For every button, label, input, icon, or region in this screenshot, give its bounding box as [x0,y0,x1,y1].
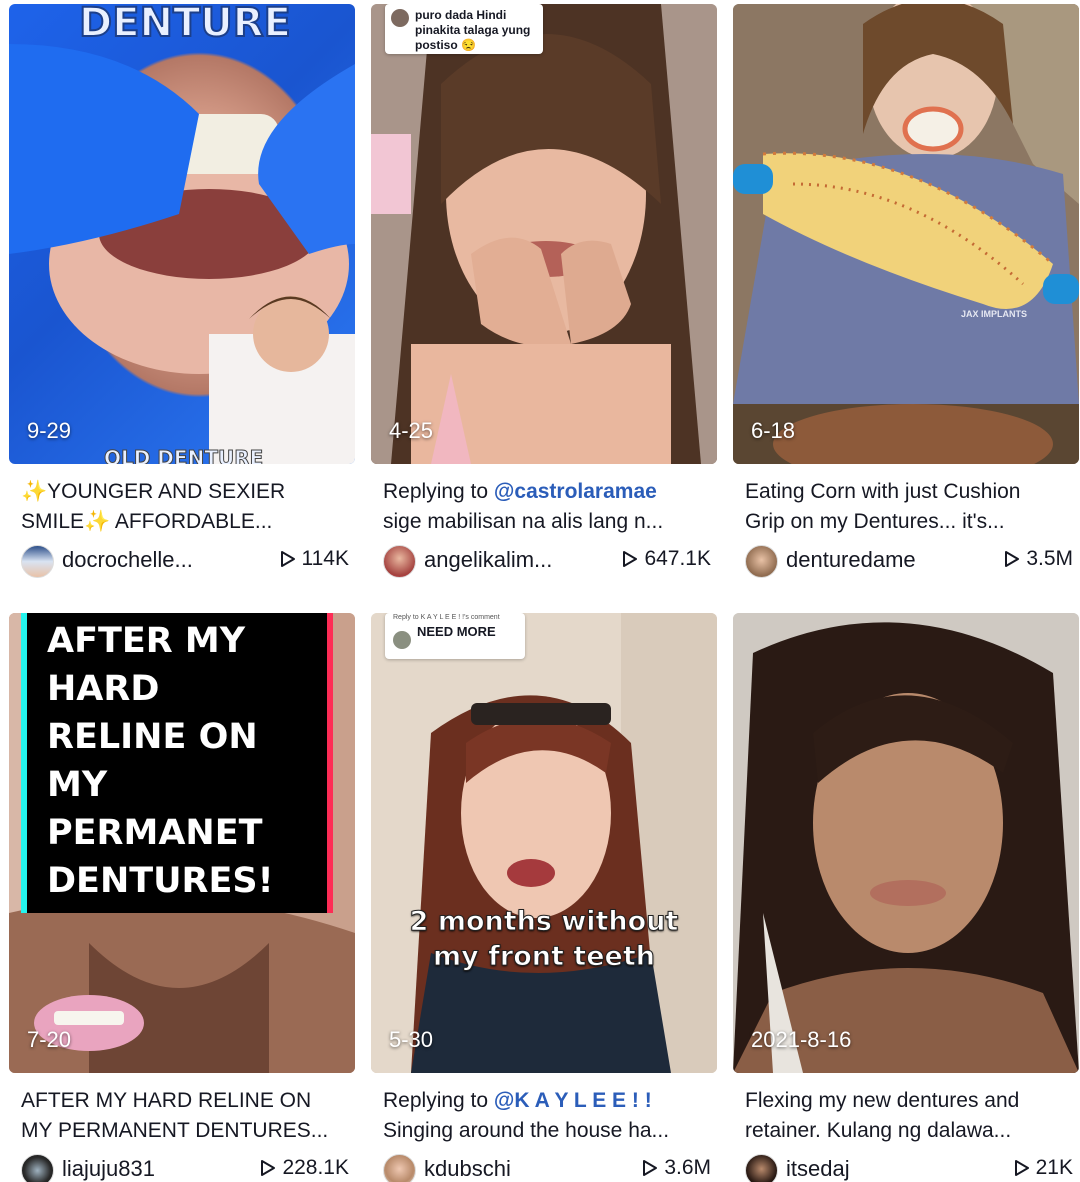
caption-line: Replying to @castrolaramae [383,477,713,507]
video-caption[interactable]: Replying to @castrolaramae sige mabilisa… [383,477,713,537]
thumbnail-title-text: DENTURE [78,4,292,47]
overlay-line: HARD [47,669,160,709]
reply-text: puro dada Hindi pinakita talaga yung pos… [415,8,531,52]
video-date: 7-20 [27,1027,72,1052]
avatar [393,631,411,649]
caption-line: Grip on my Dentures... it's... [745,510,1005,533]
video-thumbnail[interactable]: 2021-8-16 [733,613,1079,1073]
overlay-line: AFTER MY [47,621,246,661]
video-date: 2021-8-16 [751,1027,852,1052]
video-thumbnail[interactable]: Reply to K A Y L E E ! !'s comment NEED … [371,613,717,1073]
view-count: 228.1K [260,1156,349,1180]
caption-line: SMILE✨ AFFORDABLE... [21,510,273,533]
thumbnail-art [733,4,1079,464]
caption-line: AFTER MY HARD RELINE ON [21,1089,312,1112]
reply-comment-bubble: puro dada Hindi pinakita talaga yung pos… [385,4,543,54]
thumbnail-art [733,613,1079,1073]
view-count: 3.5M [1004,547,1073,571]
video-thumbnail[interactable]: DENTURE OLD DENTURE 9-29 [9,4,355,464]
reply-header-text: Reply to K A Y L E E ! !'s comment [393,614,500,621]
avatar[interactable] [383,545,416,578]
video-meta: denturedame 3.5M [745,544,1079,580]
author-name[interactable]: itsedaj [786,1156,850,1182]
caption-line: Eating Corn with just Cushion [745,480,1021,503]
caption-prefix: Replying to [383,480,494,503]
author-name[interactable]: liajuju831 [62,1156,155,1182]
video-meta: docrochelle... 114K [21,544,355,580]
view-count: 647.1K [622,547,711,571]
overlay-headline: AFTER MY HARD RELINE ON MY PERMANET DENT… [47,617,327,905]
video-thumbnail[interactable]: puro dada Hindi pinakita talaga yung pos… [371,4,717,464]
video-meta: itsedaj 21K [745,1153,1079,1182]
overlay-line: RELINE ON [47,717,258,757]
caption-line: Flexing my new dentures and [745,1089,1020,1112]
view-count-value: 647.1K [644,547,711,570]
reply-text: NEED MORE [417,624,496,639]
view-count: 21K [1014,1156,1073,1180]
caption-line: MY PERMANENT DENTURES... [21,1119,329,1142]
play-icon [643,1160,658,1177]
avatar[interactable] [383,1154,416,1182]
caption-line: sige mabilisan na alis lang n... [383,510,664,533]
caption-line: retainer. Kulang ng dalawa... [745,1119,1012,1142]
view-count-value: 114K [301,547,350,570]
video-caption[interactable]: AFTER MY HARD RELINE ON MY PERMANENT DEN… [21,1086,351,1146]
caption-line: ✨YOUNGER AND SEXIER [21,480,286,503]
avatar[interactable] [745,1154,778,1182]
view-count: 114K [280,547,350,571]
avatar [391,9,409,27]
video-date: 4-25 [389,418,434,443]
video-caption[interactable]: Replying to @K A Y L E E ! ! Singing aro… [383,1086,713,1146]
overlay-line: MY [47,765,108,805]
video-date: 5-30 [389,1027,434,1052]
video-grid: DENTURE OLD DENTURE 9-29 ✨YOUNGER AND SE… [0,0,1080,1182]
video-meta: kdubschi 3.6M [383,1153,717,1182]
avatar[interactable] [21,1154,54,1182]
video-caption[interactable]: Flexing my new dentures and retainer. Ku… [745,1086,1075,1146]
caption-line: Replying to @K A Y L E E ! ! [383,1086,713,1116]
avatar[interactable] [745,545,778,578]
play-icon [1014,1160,1029,1177]
overlay-line: PERMANET [47,813,263,853]
play-icon [1005,551,1020,568]
video-date: 9-29 [27,418,72,443]
author-name[interactable]: denturedame [786,547,916,573]
video-overlay-text: 2 months without [409,906,679,938]
play-icon [623,551,638,568]
video-thumbnail[interactable]: JAX IMPLANTS 6-18 [733,4,1079,464]
thumbnail-art [371,613,717,1073]
video-overlay-text: my front teeth [433,941,656,973]
shirt-logo-text: JAX IMPLANTS [961,309,1028,319]
thumbnail-art [9,44,355,464]
overlay-line: DENTURES! [47,861,274,901]
mention-link[interactable]: @castrolaramae [494,480,657,503]
view-count-value: 3.6M [664,1156,711,1179]
view-count-value: 228.1K [282,1156,349,1179]
author-name[interactable]: docrochelle... [62,547,193,573]
video-meta: liajuju831 228.1K [21,1153,355,1182]
play-icon [280,551,295,568]
view-count-value: 21K [1035,1156,1073,1179]
author-name[interactable]: angelikalim... [424,547,552,573]
video-thumbnail[interactable]: AFTER MY HARD RELINE ON MY PERMANET DENT… [9,613,355,1073]
video-meta: angelikalim... 647.1K [383,544,717,580]
video-caption[interactable]: Eating Corn with just Cushion Grip on my… [745,477,1075,537]
avatar[interactable] [21,545,54,578]
view-count: 3.6M [642,1156,711,1180]
video-date: 6-18 [751,418,796,443]
thumbnail-art [371,4,717,464]
caption-line: Singing around the house ha... [383,1119,670,1142]
author-name[interactable]: kdubschi [424,1156,511,1182]
caption-prefix: Replying to [383,1089,494,1112]
video-caption[interactable]: ✨YOUNGER AND SEXIER SMILE✨ AFFORDABLE... [21,477,351,537]
play-icon [261,1160,276,1177]
view-count-value: 3.5M [1026,547,1073,570]
thumbnail-bottom-text: OLD DENTURE [103,446,264,465]
reply-comment-bubble: Reply to K A Y L E E ! !'s comment NEED … [385,613,525,659]
mention-link[interactable]: @K A Y L E E ! ! [494,1089,652,1112]
